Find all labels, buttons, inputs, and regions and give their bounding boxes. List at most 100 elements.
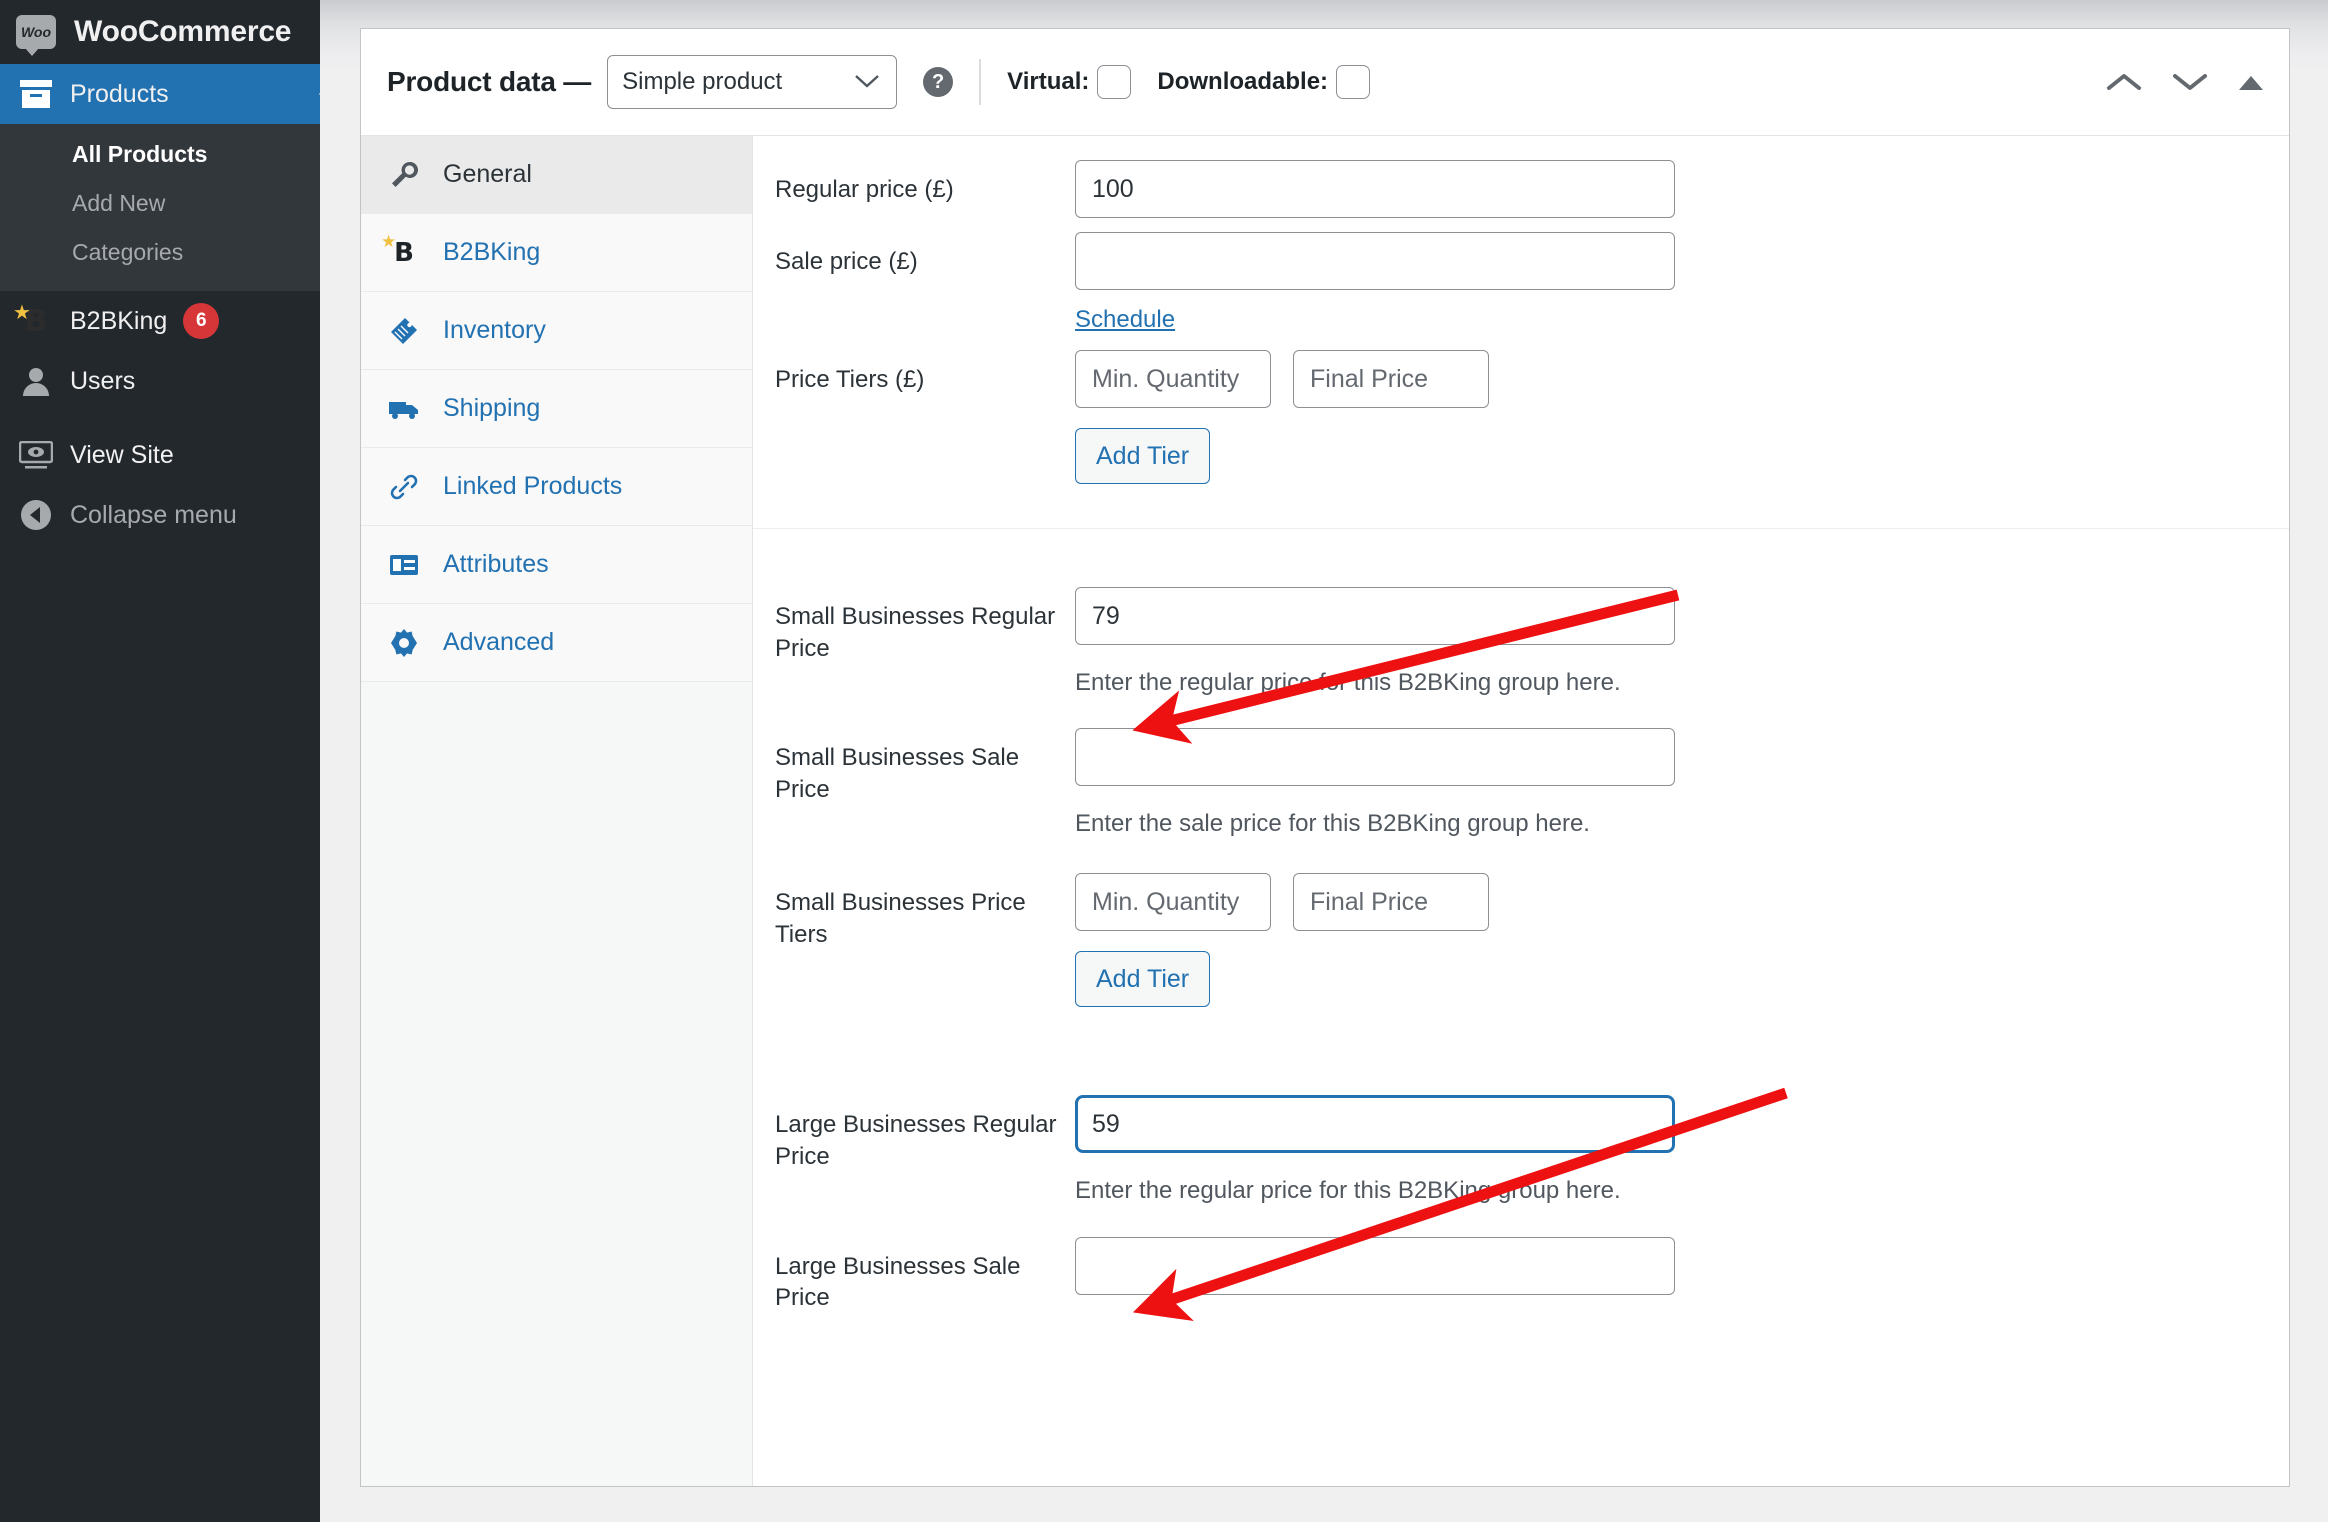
sidebar-item-products[interactable]: Products [0, 64, 320, 124]
small-businesses-final-price-input[interactable] [1293, 873, 1489, 932]
schedule-link[interactable]: Schedule [1075, 306, 1175, 334]
large-businesses-sale-price-input[interactable] [1075, 1236, 1675, 1295]
header-divider [979, 59, 982, 105]
tab-label: B2BKing [443, 238, 541, 266]
products-icon [14, 79, 58, 109]
panel-header-actions [2105, 71, 2265, 93]
small-businesses-regular-price-description: Enter the regular price for this B2BKing… [1075, 669, 1621, 696]
gear-icon [387, 628, 421, 658]
star-icon: ★ [13, 300, 31, 324]
group-sale-price-row: Large Businesses Sale Price [753, 1236, 2289, 1314]
virtual-checkbox-label[interactable]: Virtual: [1007, 65, 1132, 99]
large-businesses-regular-price-label: Large Businesses Regular Price [775, 1111, 1057, 1171]
tab-label: Advanced [443, 628, 555, 656]
downloadable-label-text: Downloadable: [1157, 68, 1329, 95]
price-tiers-label: Price Tiers (£) [775, 366, 925, 393]
final-price-input[interactable] [1293, 350, 1489, 408]
product-type-select[interactable]: Simple product [607, 55, 898, 109]
tab-b2bking[interactable]: ★ B B2BKing [361, 214, 752, 292]
large-businesses-regular-price-description: Enter the regular price for this B2BKing… [1075, 1177, 1621, 1205]
sidebar-subitem-add-new[interactable]: Add New [0, 179, 320, 228]
small-businesses-min-quantity-input[interactable] [1075, 873, 1271, 932]
product-data-panel: Product data — Simple product ? Virtual:… [360, 28, 2290, 1487]
triangle-up-icon[interactable] [2237, 72, 2265, 92]
group-price-tiers-row: Small Businesses Price Tiers Add Tier [753, 873, 2289, 1008]
add-tier-button[interactable]: Add Tier [1075, 428, 1211, 484]
sidebar-item-label: View Site [70, 440, 174, 469]
shipping-truck-icon [387, 396, 421, 422]
star-icon: ★ [381, 231, 397, 252]
small-businesses-regular-price-input[interactable] [1075, 587, 1675, 645]
admin-sidebar: Woo WooCommerce Products All Products Ad… [0, 0, 320, 1522]
product-data-header: Product data — Simple product ? Virtual:… [361, 29, 2289, 136]
b2bking-icon: ★ B [13, 300, 48, 339]
sidebar-item-label: B2BKing [70, 306, 168, 335]
product-data-body: General ★ B B2BKing Inventory Shipping L… [361, 136, 2289, 1486]
sale-price-label: Sale price (£) [775, 248, 918, 275]
large-businesses-group-section: Large Businesses Regular Price Enter the… [753, 1051, 2289, 1358]
sidebar-item-label: Users [70, 366, 136, 395]
link-icon [387, 472, 421, 502]
regular-price-input[interactable] [1075, 160, 1675, 218]
tab-linked-products[interactable]: Linked Products [361, 448, 752, 526]
regular-price-row: Regular price (£) [753, 160, 2289, 218]
sidebar-subitem-categories[interactable]: Categories [0, 228, 320, 277]
tab-label: Shipping [443, 394, 541, 422]
downloadable-checkbox-label[interactable]: Downloadable: [1157, 65, 1371, 99]
price-tiers-row: Price Tiers (£) Add Tier [753, 350, 2289, 484]
small-businesses-add-tier-button[interactable]: Add Tier [1075, 951, 1211, 1008]
product-type-value: Simple product [622, 68, 783, 95]
b2bking-icon: ★ B [381, 231, 414, 268]
downloadable-checkbox[interactable] [1336, 65, 1371, 99]
min-quantity-input[interactable] [1075, 350, 1271, 408]
tab-label: General [443, 160, 532, 188]
virtual-label-text: Virtual: [1007, 68, 1090, 95]
chevron-up-icon[interactable] [2105, 71, 2143, 93]
small-businesses-sale-price-label: Small Businesses Sale Price [775, 744, 1020, 803]
screen: Woo WooCommerce Products All Products Ad… [0, 0, 2328, 1522]
tab-label: Attributes [443, 550, 549, 578]
page-title: Product data — [387, 66, 592, 97]
chevron-down-icon[interactable] [2171, 71, 2209, 93]
tab-attributes[interactable]: Attributes [361, 526, 752, 604]
large-businesses-sale-price-label: Large Businesses Sale Price [775, 1252, 1021, 1312]
tab-label: Linked Products [443, 472, 623, 500]
small-businesses-price-tiers-label: Small Businesses Price Tiers [775, 889, 1026, 949]
sidebar-item-view-site[interactable]: View Site [0, 425, 320, 485]
sidebar-divider [0, 411, 320, 425]
sidebar-brand-label: WooCommerce [74, 15, 292, 48]
small-businesses-sale-price-input[interactable] [1075, 728, 1675, 787]
tab-advanced[interactable]: Advanced [361, 604, 752, 682]
sidebar-item-users[interactable]: Users [0, 351, 320, 411]
virtual-checkbox[interactable] [1097, 65, 1132, 99]
sidebar-item-b2bking[interactable]: ★ B B2BKing 6 [0, 291, 320, 351]
small-businesses-sale-price-description: Enter the sale price for this B2BKing gr… [1075, 810, 1590, 838]
b2bking-update-count-badge: 6 [183, 303, 220, 339]
sidebar-item-collapse-menu[interactable]: Collapse menu [0, 485, 320, 545]
tab-shipping[interactable]: Shipping [361, 370, 752, 448]
sidebar-item-label: Products [70, 79, 169, 108]
general-pricing-section: Regular price (£) Sale price (£) Schedul… [753, 136, 2289, 528]
sidebar-subitem-all-products[interactable]: All Products [0, 130, 320, 179]
group-regular-price-row: Small Businesses Regular Price Enter the… [753, 587, 2289, 698]
inventory-icon [387, 316, 421, 346]
attributes-icon [387, 553, 421, 577]
product-data-fields: Regular price (£) Sale price (£) Schedul… [753, 136, 2289, 1486]
chevron-down-icon [854, 68, 880, 96]
large-businesses-regular-price-input[interactable] [1075, 1095, 1675, 1154]
tab-label: Inventory [443, 316, 546, 344]
sidebar-item-label: Collapse menu [70, 500, 237, 529]
tab-general[interactable]: General [361, 136, 752, 214]
small-businesses-regular-price-label: Small Businesses Regular Price [775, 603, 1056, 662]
group-regular-price-row: Large Businesses Regular Price Enter the… [753, 1095, 2289, 1206]
small-businesses-group-section: Small Businesses Regular Price Enter the… [753, 528, 2289, 1051]
sidebar-brand-woocommerce[interactable]: Woo WooCommerce [0, 0, 320, 64]
woo-icon: Woo [16, 15, 56, 56]
product-data-tabs: General ★ B B2BKing Inventory Shipping L… [361, 136, 753, 1486]
help-icon[interactable]: ? [923, 67, 954, 97]
sale-price-input[interactable] [1075, 232, 1675, 290]
view-site-icon [14, 441, 58, 469]
tab-inventory[interactable]: Inventory [361, 292, 752, 370]
collapse-menu-icon [14, 499, 58, 531]
users-icon [14, 365, 58, 397]
